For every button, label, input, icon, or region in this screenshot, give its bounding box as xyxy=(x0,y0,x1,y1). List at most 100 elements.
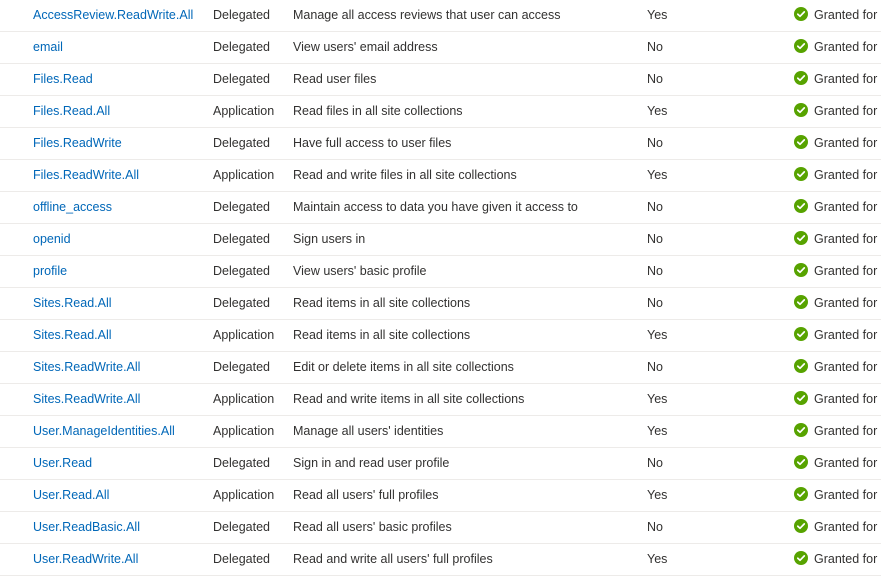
check-circle-icon xyxy=(794,423,808,438)
permission-name-link[interactable]: offline_access xyxy=(33,200,112,214)
admin-consent-required: No xyxy=(647,40,663,54)
table-row: User.ReadWrite.All Delegated Read and writ… xyxy=(0,544,881,576)
table-row: User.ManageIdentities.All Application Mana… xyxy=(0,416,881,448)
consent-status: Granted for xyxy=(794,224,881,255)
consent-status: Granted for xyxy=(794,96,881,127)
permission-name-link[interactable]: Files.Read xyxy=(33,72,93,86)
permission-description: Read files in all site collections xyxy=(293,104,463,118)
permission-description: Read and write items in all site collect… xyxy=(293,392,525,406)
consent-status: Granted for xyxy=(794,416,881,447)
permission-name-cell: Sites.ReadWrite.All xyxy=(33,384,203,415)
permission-description: Read items in all site collections xyxy=(293,328,471,342)
permission-type: Delegated xyxy=(213,456,270,470)
consent-status: Granted for xyxy=(794,128,881,159)
permission-name-cell: Files.Read.All xyxy=(33,96,203,127)
check-circle-icon xyxy=(794,519,808,534)
check-circle-icon xyxy=(794,359,808,374)
consent-status-label: Granted for xyxy=(814,40,878,54)
check-circle-icon xyxy=(794,39,808,54)
permission-type: Application xyxy=(213,168,275,182)
table-row: Files.Read.All Application Read files in a… xyxy=(0,96,881,128)
check-circle-icon xyxy=(794,263,808,278)
admin-consent-required: No xyxy=(647,200,663,214)
permission-description: View users' email address xyxy=(293,40,438,54)
permission-type: Delegated xyxy=(213,40,270,54)
permission-type: Delegated xyxy=(213,264,270,278)
table-row: Sites.Read.All Application Read items in a… xyxy=(0,320,881,352)
permission-type: Delegated xyxy=(213,552,270,566)
permission-type: Application xyxy=(213,392,275,406)
check-circle-icon xyxy=(794,71,808,86)
check-circle-icon xyxy=(794,7,808,22)
permission-name-link[interactable]: User.ReadWrite.All xyxy=(33,552,138,566)
admin-consent-required: No xyxy=(647,520,663,534)
permission-name-link[interactable]: User.ManageIdentities.All xyxy=(33,424,175,438)
permission-name-link[interactable]: AccessReview.ReadWrite.All xyxy=(33,8,193,22)
permission-name-cell: Files.Read xyxy=(33,64,203,95)
table-row: profile Delegated View users' basic profil… xyxy=(0,256,881,288)
consent-status-label: Granted for xyxy=(814,456,878,470)
permission-name-cell: User.ReadWrite.All xyxy=(33,544,203,575)
permission-description: Maintain access to data you have given i… xyxy=(293,200,578,214)
permission-type: Application xyxy=(213,488,275,502)
permission-name-link[interactable]: Sites.Read.All xyxy=(33,328,112,342)
permission-type: Application xyxy=(213,104,275,118)
permission-name-cell: profile xyxy=(33,256,203,287)
permission-description: Read all users' basic profiles xyxy=(293,520,452,534)
permission-name-cell: Sites.Read.All xyxy=(33,320,203,351)
permission-name-link[interactable]: User.ReadBasic.All xyxy=(33,520,140,534)
permission-type: Delegated xyxy=(213,200,270,214)
permission-name-cell: offline_access xyxy=(33,192,203,223)
check-circle-icon xyxy=(794,231,808,246)
table-row: Sites.Read.All Delegated Read items in all… xyxy=(0,288,881,320)
permission-description: Sign in and read user profile xyxy=(293,456,450,470)
permission-name-link[interactable]: Sites.ReadWrite.All xyxy=(33,360,140,374)
consent-status: Granted for xyxy=(794,0,881,31)
permission-name-link[interactable]: User.Read xyxy=(33,456,92,470)
admin-consent-required: Yes xyxy=(647,8,668,22)
permission-name-link[interactable]: Files.ReadWrite.All xyxy=(33,168,139,182)
consent-status: Granted for xyxy=(794,320,881,351)
check-circle-icon xyxy=(794,487,808,502)
permission-description: Read and write all users' full profiles xyxy=(293,552,493,566)
check-circle-icon xyxy=(794,455,808,470)
consent-status-label: Granted for xyxy=(814,552,878,566)
admin-consent-required: No xyxy=(647,72,663,86)
check-circle-icon xyxy=(794,391,808,406)
admin-consent-required: Yes xyxy=(647,424,668,438)
admin-consent-required: No xyxy=(647,264,663,278)
permission-name-cell: Files.ReadWrite.All xyxy=(33,160,203,191)
check-circle-icon xyxy=(794,551,808,566)
table-row: Files.ReadWrite.All Application Read and w… xyxy=(0,160,881,192)
consent-status: Granted for xyxy=(794,544,881,575)
permission-name-link[interactable]: email xyxy=(33,40,63,54)
admin-consent-required: Yes xyxy=(647,392,668,406)
permission-name-link[interactable]: Files.ReadWrite xyxy=(33,136,122,150)
permission-description: Edit or delete items in all site collect… xyxy=(293,360,514,374)
permission-name-link[interactable]: User.Read.All xyxy=(33,488,109,502)
consent-status: Granted for xyxy=(794,192,881,223)
consent-status: Granted for xyxy=(794,160,881,191)
table-row: Files.Read Delegated Read user files No Gran… xyxy=(0,64,881,96)
permission-name-link[interactable]: Files.Read.All xyxy=(33,104,110,118)
permission-name-cell: openid xyxy=(33,224,203,255)
table-row: Sites.ReadWrite.All Delegated Edit or dele… xyxy=(0,352,881,384)
permission-description: Read user files xyxy=(293,72,377,86)
check-circle-icon xyxy=(794,135,808,150)
consent-status-label: Granted for xyxy=(814,104,878,118)
permission-description: Sign users in xyxy=(293,232,366,246)
permission-name-link[interactable]: Sites.Read.All xyxy=(33,296,112,310)
consent-status: Granted for xyxy=(794,352,881,383)
permission-description: Manage all users' identities xyxy=(293,424,444,438)
permission-name-link[interactable]: Sites.ReadWrite.All xyxy=(33,392,140,406)
consent-status: Granted for xyxy=(794,64,881,95)
consent-status: Granted for xyxy=(794,448,881,479)
permission-type: Delegated xyxy=(213,72,270,86)
consent-status: Granted for xyxy=(794,256,881,287)
consent-status-label: Granted for xyxy=(814,328,878,342)
consent-status-label: Granted for xyxy=(814,136,878,150)
permission-description: Read items in all site collections xyxy=(293,296,471,310)
admin-consent-required: No xyxy=(647,232,663,246)
permission-name-link[interactable]: openid xyxy=(33,232,71,246)
permission-name-link[interactable]: profile xyxy=(33,264,67,278)
